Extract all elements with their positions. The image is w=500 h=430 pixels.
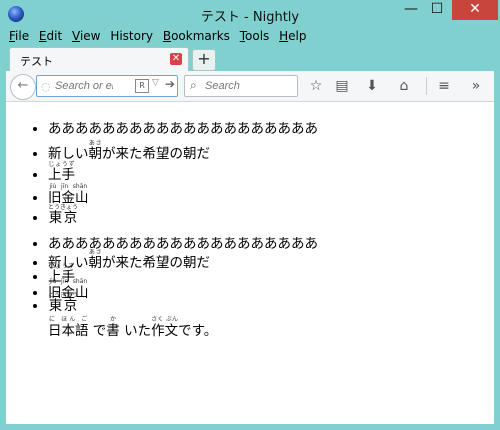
list-item: 新しい朝あさが来た希望の朝だ xyxy=(48,140,488,162)
list-item: ああああああああああああああああああああ xyxy=(48,234,488,252)
tab-strip: テスト ✕ + xyxy=(6,45,494,72)
title-bar: テスト - Nightly — ☐ ✕ xyxy=(0,0,500,28)
ruby-word: 東京とうきょう xyxy=(48,292,79,314)
ruby-annotation: とうきょう xyxy=(48,204,79,211)
navigation-toolbar: ← ◌ R ▽ ➔ ⌕ ☆ ▤ ⬇ ⌂ ≡ » xyxy=(6,71,494,102)
maximize-button[interactable]: ☐ xyxy=(424,0,450,20)
menu-history-label: History xyxy=(110,29,154,43)
ruby-word: 日本語に ほん ご xyxy=(48,316,89,339)
list-item: 旧金山jiù jīn shān xyxy=(48,182,488,206)
minimize-button[interactable]: — xyxy=(398,0,424,20)
menu-bookmarks-mnemonic: B xyxy=(162,29,172,43)
menu-help-mnemonic: H xyxy=(279,29,289,43)
list-item-suffix: が来た希望の朝だ xyxy=(102,254,210,271)
ruby-word: 朝あさ xyxy=(88,249,103,271)
menu-edit[interactable]: Edit xyxy=(36,27,65,45)
ruby-base: 日本語 xyxy=(48,323,89,339)
browser-window: テスト - Nightly — ☐ ✕ File Edit View Histo… xyxy=(0,0,500,430)
sentence-text: です。 xyxy=(178,323,218,339)
go-arrow-icon[interactable]: ➔ xyxy=(165,77,175,91)
ruby-word: 上手じょうず xyxy=(48,161,75,183)
ruby-annotation: じょうず xyxy=(48,161,75,168)
tab-close-icon[interactable]: ✕ xyxy=(170,53,182,65)
search-icon: ⌕ xyxy=(190,78,197,92)
search-bar[interactable]: ⌕ xyxy=(184,75,298,97)
menu-view-mnemonic: V xyxy=(72,29,80,43)
menu-bookmarks-rest: ookmarks xyxy=(171,29,230,43)
ruby-annotation: jiù jīn shān xyxy=(48,182,89,190)
url-bar[interactable]: ◌ R ▽ ➔ xyxy=(36,75,178,97)
list-item-prefix: 新しい xyxy=(48,145,89,162)
ruby-base: 東京 xyxy=(48,210,79,226)
ruby-base: 書 xyxy=(106,323,120,339)
toolbar-divider xyxy=(426,77,427,95)
menu-bar: File Edit View History Bookmarks Tools H… xyxy=(6,27,494,45)
clipboard-icon[interactable]: ▤ xyxy=(332,76,352,96)
list-item: 東京とうきょう xyxy=(48,204,488,226)
menu-edit-rest: dit xyxy=(46,29,63,43)
menu-file[interactable]: File xyxy=(6,27,32,45)
ruby-annotation: とうきょう xyxy=(48,292,79,299)
home-icon[interactable]: ⌂ xyxy=(394,76,414,96)
search-input[interactable] xyxy=(205,78,293,93)
close-window-button[interactable]: ✕ xyxy=(452,0,498,20)
tab-active[interactable]: テスト ✕ xyxy=(9,47,189,72)
list-item-suffix: が来た希望の朝だ xyxy=(102,145,210,162)
ruby-word: 作文さく ぶん xyxy=(151,316,179,339)
menu-history[interactable]: History xyxy=(107,27,156,45)
ruby-base: 朝 xyxy=(88,254,103,271)
menu-view[interactable]: View xyxy=(69,27,103,45)
list-item: 旧金山jiù jīn shān xyxy=(48,277,488,301)
ruby-base: 東京 xyxy=(48,298,79,314)
ruby-annotation: に ほん ご xyxy=(48,316,89,323)
ruby-base: 上手 xyxy=(48,167,75,183)
globe-icon: ◌ xyxy=(41,80,51,93)
new-tab-button[interactable]: + xyxy=(192,49,216,71)
menu-help[interactable]: Help xyxy=(276,27,309,45)
list-item: ああああああああああああああああああああ xyxy=(48,118,488,140)
ruby-word: 朝あさ xyxy=(88,140,103,162)
ruby-annotation: さく ぶん xyxy=(151,316,179,323)
sentence-text: で xyxy=(92,323,107,339)
url-input[interactable] xyxy=(55,78,113,93)
ruby-list-tight: ああああああああああああああああああああ 新しい朝あさが来た希望の朝だ 上手じょ… xyxy=(6,234,488,314)
menu-tools-rest: ools xyxy=(245,29,270,43)
menu-help-rest: elp xyxy=(288,29,307,43)
tab-label: テスト xyxy=(20,55,53,68)
ruby-annotation: あさ xyxy=(88,139,102,147)
ruby-annotation: あさ xyxy=(88,248,102,256)
ruby-base: 作文 xyxy=(151,323,179,339)
menu-bookmarks[interactable]: Bookmarks xyxy=(160,27,233,45)
list-item-text: ああああああああああああああああああああ xyxy=(48,121,318,137)
hamburger-menu-icon[interactable]: ≡ xyxy=(434,76,454,96)
menu-edit-mnemonic: E xyxy=(38,29,47,43)
sentence-text: いた xyxy=(124,323,152,339)
overflow-chevron-icon[interactable]: » xyxy=(466,76,486,96)
ruby-base: 朝 xyxy=(88,145,103,162)
ruby-annotation: jiù jīn shān xyxy=(48,277,89,285)
ruby-sentence: 日本語に ほん ご で書か いた作文さく ぶんです。 xyxy=(48,316,217,339)
list-item: 上手じょうず xyxy=(48,161,488,183)
page-content: ああああああああああああああああああああ 新しい朝あさが来た希望の朝だ 上手じょ… xyxy=(6,102,494,424)
menu-tools[interactable]: Tools xyxy=(237,27,273,45)
url-dropdown-icon[interactable]: ▽ xyxy=(152,78,159,88)
menu-file-rest: ile xyxy=(15,29,30,43)
reader-view-icon[interactable]: R xyxy=(135,79,149,93)
bookmark-star-icon[interactable]: ☆ xyxy=(306,76,326,96)
ruby-word: 東京とうきょう xyxy=(48,204,79,226)
ruby-word: 書か xyxy=(106,316,120,339)
back-button[interactable]: ← xyxy=(10,74,36,100)
list-item: 東京とうきょう xyxy=(48,292,488,314)
ruby-annotation: か xyxy=(106,316,120,323)
menu-view-rest: iew xyxy=(79,29,101,43)
ruby-annotation: じょうず xyxy=(48,263,75,270)
ruby-list-spaced: ああああああああああああああああああああ 新しい朝あさが来た希望の朝だ 上手じょ… xyxy=(6,118,488,226)
download-icon[interactable]: ⬇ xyxy=(362,76,382,96)
